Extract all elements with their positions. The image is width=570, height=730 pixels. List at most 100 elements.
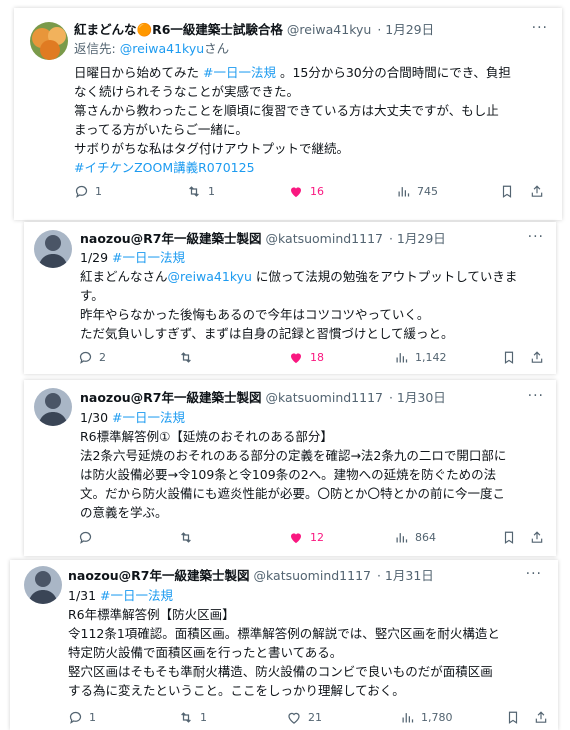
tweet-actions: 2 18 1,142 [24,350,556,368]
display-name[interactable]: naozou@R7年一級建築士製図 [68,568,250,583]
share-button[interactable] [530,530,544,545]
reply-icon [79,531,92,544]
reply-button[interactable] [78,530,99,545]
views-button[interactable]: 1,142 [394,350,447,365]
retweet-button[interactable]: 1 [178,710,207,725]
like-button[interactable]: 12 [288,530,324,545]
view-count: 864 [415,531,436,544]
mention-link[interactable]: @reiwa41kyu [168,269,252,284]
reply-to-handle[interactable]: @reiwa41kyu [120,41,204,56]
tweet-text: 1/31 #一日一法規 R6年標準解答例【防火区画】 令112条1項確認。面積区… [68,588,500,698]
bookmark-icon [502,185,512,198]
user-handle[interactable]: @katsuomind1117 [266,231,383,246]
avatar-image [24,566,62,604]
tweet-text: 1/29 #一日一法規 紅まどんなさん@reiwa41kyu に倣って法規の勉強… [80,250,518,341]
share-icon [531,531,543,543]
avatar[interactable] [34,230,72,268]
reply-icon [69,711,82,724]
share-icon [531,185,543,197]
share-icon [531,351,543,363]
hashtag-link[interactable]: #一日一法規 [112,250,185,265]
retweet-button[interactable] [178,350,200,365]
reply-count: 1 [95,185,102,198]
display-name[interactable]: naozou@R7年一級建築士製図 [80,390,262,405]
retweet-count: 1 [200,711,207,724]
more-options-icon[interactable]: ··· [528,388,544,404]
hashtag-link[interactable]: #一日一法規 [112,410,185,425]
like-count: 12 [310,531,324,544]
tweet-header: naozou@R7年一級建築士製図 @katsuomind1117 · 1月31日 [68,568,434,584]
avatar-image [34,388,72,426]
more-options-icon[interactable]: ··· [526,566,542,582]
views-button[interactable]: 745 [396,184,438,199]
avatar[interactable] [34,388,72,426]
display-name[interactable]: naozou@R7年一級建築士製図 [80,231,262,246]
tweet-date[interactable]: · 1月29日 [377,22,434,37]
share-button[interactable] [534,710,548,725]
heart-icon [291,533,301,544]
reply-icon [75,185,88,198]
retweet-icon [181,352,191,363]
retweet-icon [189,186,199,197]
retweet-button[interactable] [178,530,200,545]
tweet-actions: 1 1 16 745 [14,184,562,202]
retweet-icon [181,532,191,543]
like-button[interactable]: 21 [286,710,322,725]
bookmark-icon [504,531,514,544]
reply-to-suffix: さん [204,41,230,56]
tweet-header: naozou@R7年一級建築士製図 @katsuomind1117 · 1月30日 [80,390,446,406]
bookmark-button[interactable] [502,350,516,365]
tweet-card[interactable]: naozou@R7年一級建築士製図 @katsuomind1117 · 1月31日… [10,560,558,730]
more-options-icon[interactable]: ··· [528,229,544,245]
reply-button[interactable]: 2 [78,350,106,365]
bookmark-icon [508,711,518,724]
share-button[interactable] [530,184,544,199]
reply-to: 返信先: @reiwa41kyuさん [74,41,229,57]
reply-button[interactable]: 1 [74,184,102,199]
retweet-button[interactable]: 1 [186,184,215,199]
tweet-header: naozou@R7年一級建築士製図 @katsuomind1117 · 1月29日 [80,231,446,247]
hashtag-link[interactable]: #イチケンZOOM講義R070125 [74,160,255,175]
tweet-date[interactable]: · 1月29日 [389,231,446,246]
hashtag-link[interactable]: #一日一法規 [203,65,276,80]
like-count: 21 [308,711,322,724]
views-button[interactable]: 864 [394,530,436,545]
views-chart-icon [396,533,408,543]
tweet-date[interactable]: · 1月30日 [389,390,446,405]
avatar[interactable] [30,22,68,60]
display-name[interactable]: 紅まどんな🟠R6一級建築士試験合格 [74,22,283,37]
tweet-card[interactable]: naozou@R7年一級建築士製図 @katsuomind1117 · 1月29日… [24,222,556,374]
avatar-image [34,230,72,268]
reply-count: 2 [99,351,106,364]
user-handle[interactable]: @katsuomind1117 [266,390,383,405]
bookmark-button[interactable] [506,710,520,725]
like-count: 16 [310,185,324,198]
views-chart-icon [396,353,408,363]
views-button[interactable]: 1,780 [400,710,453,725]
share-icon [535,711,547,723]
tweet-card[interactable]: naozou@R7年一級建築士製図 @katsuomind1117 · 1月30日… [24,380,556,556]
user-handle[interactable]: @reiwa41kyu [287,22,371,37]
like-count: 18 [310,351,324,364]
avatar[interactable] [24,566,62,604]
tweet-date[interactable]: · 1月31日 [377,568,434,583]
tweet-card[interactable]: 紅まどんな🟠R6一級建築士試験合格 @reiwa41kyu · 1月29日 ···… [14,8,562,220]
tweet-actions: 12 864 [24,530,556,548]
heart-icon [291,353,301,364]
reply-button[interactable]: 1 [68,710,96,725]
like-button[interactable]: 16 [288,184,324,199]
bookmark-button[interactable] [502,530,516,545]
avatar-image [30,22,68,60]
views-chart-icon [402,713,414,723]
like-button[interactable]: 18 [288,350,324,365]
hashtag-link[interactable]: #一日一法規 [100,588,173,603]
share-button[interactable] [530,350,544,365]
view-count: 1,142 [415,351,447,364]
views-chart-icon [398,187,410,197]
heart-icon [291,187,301,198]
more-options-icon[interactable]: ··· [532,20,548,36]
user-handle[interactable]: @katsuomind1117 [254,568,371,583]
tweet-header: 紅まどんな🟠R6一級建築士試験合格 @reiwa41kyu · 1月29日 [74,22,434,38]
bookmark-button[interactable] [500,184,514,199]
bookmark-icon [504,351,514,364]
